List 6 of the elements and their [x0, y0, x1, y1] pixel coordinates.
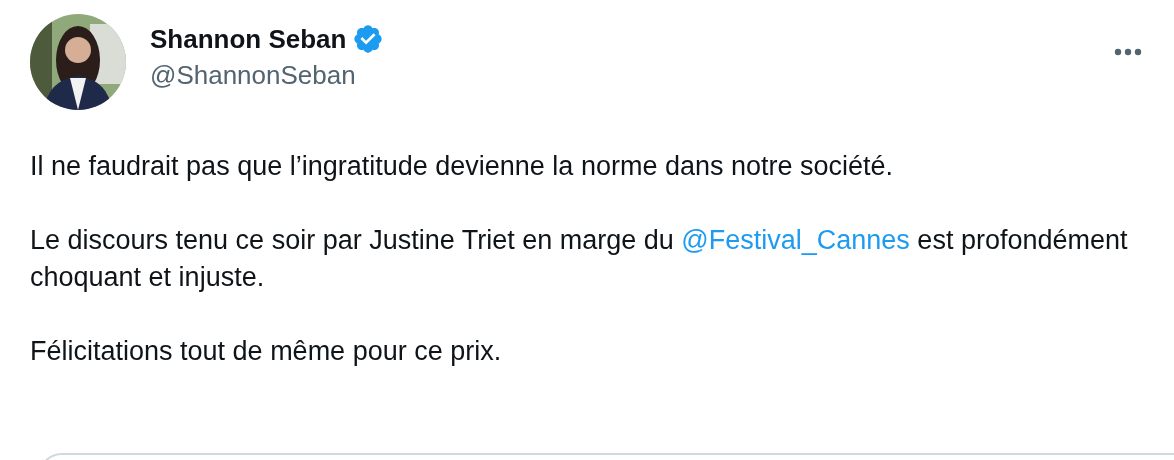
tweet-paragraph: Il ne faudrait pas que l’ingratitude devienne la norme dans notre société.	[30, 150, 895, 183]
author-name[interactable]: Shannon Seban	[150, 22, 347, 56]
tweet-paragraph: Le discours tenu ce soir par Justine Triet en marge du @Festival_Cannes est profondément choquant et injuste.	[30, 224, 1129, 294]
more-options-icon[interactable]	[1114, 48, 1142, 56]
author-handle[interactable]: @ShannonSeban	[150, 58, 385, 92]
tweet-paragraph: Félicitations tout de même pour ce prix.	[30, 335, 503, 368]
